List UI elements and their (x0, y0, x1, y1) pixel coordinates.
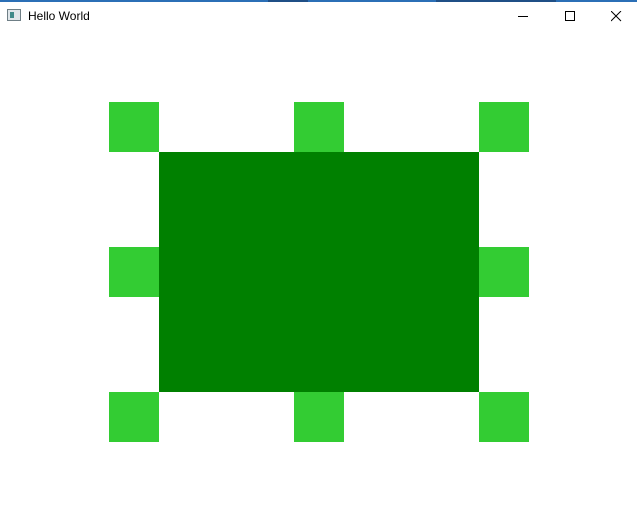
selected-rectangle[interactable] (159, 152, 479, 392)
resize-handle-right[interactable] (479, 247, 529, 297)
resize-handle-bottom[interactable] (294, 392, 344, 442)
drawing-canvas[interactable] (0, 32, 637, 511)
close-icon (611, 11, 622, 22)
resize-handle-top[interactable] (294, 102, 344, 152)
maximize-button[interactable] (547, 2, 593, 32)
resize-handle-left[interactable] (109, 247, 159, 297)
window-title: Hello World (28, 9, 90, 23)
close-button[interactable] (593, 2, 637, 32)
maximize-icon (565, 11, 575, 21)
resize-handle-top-right[interactable] (479, 102, 529, 152)
minimize-icon (518, 16, 528, 17)
title-bar[interactable]: Hello World (0, 2, 637, 32)
app-window-icon (7, 9, 21, 21)
app-window: Hello World (0, 0, 637, 511)
resize-handle-bottom-right[interactable] (479, 392, 529, 442)
resize-handle-top-left[interactable] (109, 102, 159, 152)
minimize-button[interactable] (500, 2, 546, 32)
resize-handle-bottom-left[interactable] (109, 392, 159, 442)
